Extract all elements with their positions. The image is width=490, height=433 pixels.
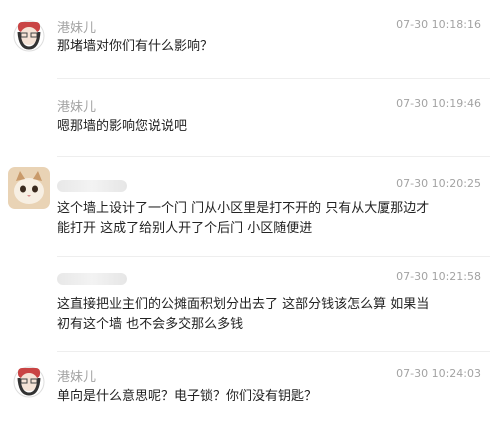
comment-username[interactable]: 港妹儿 (57, 17, 96, 36)
divider (57, 156, 490, 157)
user-avatar-icon[interactable] (12, 18, 46, 52)
user-avatar-icon[interactable] (12, 364, 46, 398)
comment-text: 单向是什么意思呢？电子锁？你们没有钥匙？ (57, 389, 318, 404)
comment-timestamp: 07-30 10:24:03 (396, 367, 481, 380)
comment-timestamp: 07-30 10:19:46 (396, 97, 481, 110)
comment-text-line: 这直接把业主们的公摊面积划分出去了 这部分钱该怎么算 如果当 (57, 297, 430, 312)
comment-text-line: 初有这个墙 也不会多交那么多钱 (57, 317, 244, 332)
comment-username-blurred[interactable] (57, 180, 127, 192)
divider (57, 256, 490, 257)
comment-username[interactable]: 港妹儿 (57, 96, 96, 115)
comment-timestamp: 07-30 10:21:58 (396, 270, 481, 283)
divider (57, 78, 490, 79)
user-avatar-icon[interactable] (8, 167, 50, 209)
comment-text: 那堵墙对你们有什么影响？ (57, 39, 214, 54)
comment-username[interactable]: 港妹儿 (57, 366, 96, 385)
comment-username-blurred[interactable] (57, 273, 127, 285)
comment-timestamp: 07-30 10:18:16 (396, 18, 481, 31)
comment-text: 嗯那墙的影响您说说吧 (57, 119, 188, 134)
comment-text-line: 这个墙上设计了一个门 门从小区里是打不开的 只有从大厦那边才 (57, 201, 430, 216)
comment-timestamp: 07-30 10:20:25 (396, 177, 481, 190)
comment-text-line: 能打开 这成了给别人开了个后门 小区随便进 (57, 221, 313, 236)
divider (57, 351, 490, 352)
